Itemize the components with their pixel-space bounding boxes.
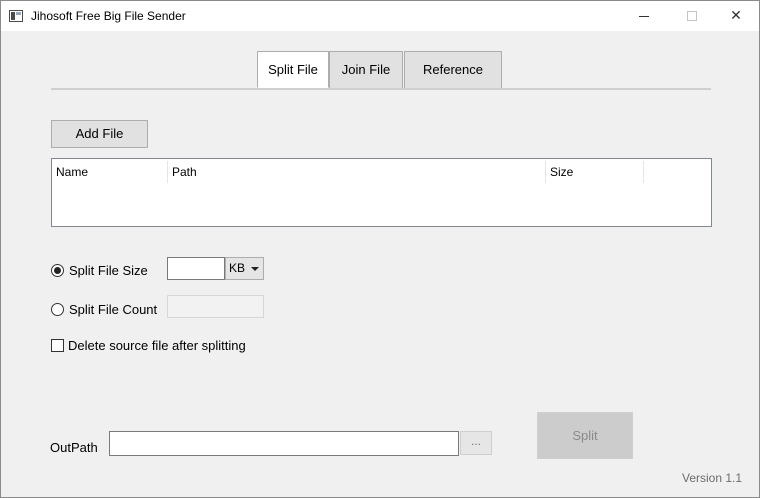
tab-split-file[interactable]: Split File [257,51,329,88]
add-file-button[interactable]: Add File [51,120,148,148]
split-size-input[interactable] [167,257,225,280]
split-size-label[interactable]: Split File Size [69,263,148,278]
minimize-button[interactable] [621,1,667,31]
close-icon: ✕ [730,8,742,24]
chevron-down-icon [251,267,259,271]
maximize-icon [687,11,697,21]
tab-join-file[interactable]: Join File [329,51,403,89]
app-window: Jihosoft Free Big File Sender ✕ Split Fi… [0,0,760,498]
split-button[interactable]: Split [537,412,633,459]
split-size-radio[interactable] [51,264,64,277]
split-count-label[interactable]: Split File Count [69,302,157,317]
window-title: Jihosoft Free Big File Sender [31,9,186,23]
size-unit-value: KB [229,261,246,275]
file-list[interactable]: Name Path Size [51,158,712,227]
app-icon [9,10,23,22]
delete-source-label[interactable]: Delete source file after splitting [68,338,246,353]
column-header-path[interactable]: Path [168,161,546,183]
split-count-input[interactable] [167,295,264,318]
outpath-label: OutPath [50,440,98,455]
tab-divider [51,88,711,90]
close-button[interactable]: ✕ [713,1,759,31]
size-unit-select[interactable]: KB [225,257,264,280]
split-count-radio[interactable] [51,303,64,316]
maximize-button[interactable] [669,1,715,31]
tab-reference[interactable]: Reference [404,51,502,89]
browse-button[interactable]: ... [460,431,492,455]
column-header-name[interactable]: Name [52,161,168,183]
column-header-size[interactable]: Size [546,161,644,183]
version-label: Version 1.1 [682,471,743,485]
minimize-icon [639,16,649,17]
title-bar: Jihosoft Free Big File Sender ✕ [1,1,759,31]
delete-source-checkbox[interactable] [51,339,64,352]
outpath-input[interactable] [109,431,459,456]
